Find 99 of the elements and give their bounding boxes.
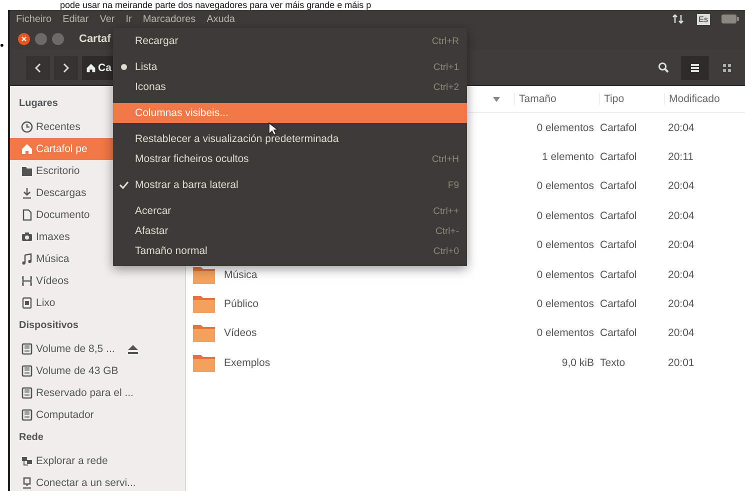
- file-name[interactable]: Vídeos: [224, 327, 257, 340]
- folder-icon: [192, 264, 216, 285]
- sidebar-heading: Rede: [19, 431, 44, 445]
- drive-icon: [21, 409, 33, 421]
- back-button[interactable]: [26, 56, 50, 80]
- menu-bar-item[interactable]: Marcadores: [142, 14, 196, 24]
- file-name[interactable]: Música: [224, 268, 258, 281]
- file-type: Cartafol: [599, 122, 638, 134]
- file-modified: 20:04: [667, 239, 696, 252]
- sidebar-item[interactable]: Explorar a rede: [10, 450, 185, 472]
- network-icon: [21, 455, 33, 467]
- menu-bar-item[interactable]: Axuda: [206, 14, 235, 24]
- forward-icon: [62, 62, 70, 72]
- menu-bar-item[interactable]: Ficheiro: [16, 14, 52, 24]
- file-modified: 20:11: [667, 151, 694, 164]
- drive-icon: [21, 343, 33, 355]
- sidebar-item[interactable]: Volume de 43 GB: [10, 360, 185, 382]
- file-type: Texto: [599, 356, 626, 369]
- drive-icon: [21, 387, 33, 399]
- file-type: Cartafol: [599, 180, 638, 192]
- file-size: 0 elementos: [536, 122, 594, 134]
- file-modified: 20:04: [667, 268, 696, 281]
- camera-icon: [21, 231, 33, 243]
- grid-icon: [722, 62, 732, 72]
- menu-item[interactable]: Afastar Ctrl+-: [113, 221, 467, 241]
- sidebar-item[interactable]: Volume de 8,5 ...: [10, 338, 185, 360]
- menu-item[interactable]: Iconas Ctrl+2: [113, 77, 467, 97]
- drive-icon: [21, 365, 33, 377]
- file-type: Cartafol: [599, 298, 638, 310]
- file-type: Cartafol: [599, 210, 638, 222]
- menu-bar-item[interactable]: Editar: [62, 14, 89, 24]
- sidebar-item[interactable]: Computador: [10, 404, 185, 426]
- trash-icon: [21, 297, 33, 309]
- sidebar-item[interactable]: Vídeos: [10, 270, 185, 292]
- file-type: Cartafol: [599, 327, 638, 340]
- file-size: 0 elementos: [536, 180, 594, 192]
- file-size: 9,0 kiB: [560, 356, 594, 369]
- clock-icon: [21, 121, 33, 133]
- window-title: Cartaf: [79, 33, 111, 45]
- file-type: Cartafol: [599, 239, 638, 252]
- check-icon: [119, 181, 129, 189]
- battery-icon[interactable]: [721, 14, 739, 24]
- folder-icon: [192, 352, 216, 373]
- transfer-icon[interactable]: [672, 13, 686, 25]
- folder-icon: [21, 165, 33, 177]
- home-icon: [86, 62, 96, 72]
- bullet: •: [0, 39, 5, 54]
- menu-item[interactable]: Tamaño normal Ctrl+0: [113, 241, 467, 261]
- menu-bar-item[interactable]: Ir: [126, 14, 132, 24]
- file-modified: 20:04: [667, 210, 696, 222]
- server-icon: [21, 477, 33, 489]
- document-icon: [21, 209, 33, 221]
- file-name[interactable]: Público: [224, 298, 258, 310]
- eject-icon[interactable]: [128, 344, 138, 354]
- path-button[interactable]: Ca: [82, 56, 116, 80]
- column-header[interactable]: Tipo: [599, 93, 664, 105]
- file-size: 0 elementos: [536, 210, 594, 222]
- radio-dot-icon: [121, 64, 127, 70]
- file-size: 0 elementos: [536, 268, 594, 281]
- file-modified: 20:04: [667, 122, 696, 134]
- sort-indicator-icon: [493, 96, 500, 102]
- sidebar-heading: Lugares: [19, 97, 58, 111]
- file-modified: 20:04: [667, 180, 696, 192]
- file-size: 1 elemento: [541, 151, 594, 164]
- folder-icon: [192, 323, 216, 344]
- film-icon: [21, 275, 33, 287]
- file-type: Cartafol: [599, 151, 638, 164]
- file-name[interactable]: Exemplos: [224, 356, 270, 369]
- sidebar-item[interactable]: Lixo: [10, 292, 185, 314]
- menu-item[interactable]: Recargar Ctrl+R: [113, 31, 467, 51]
- music-icon: [21, 253, 33, 265]
- file-size: 0 elementos: [536, 298, 594, 310]
- keyboard-layout-indicator[interactable]: Es: [696, 14, 710, 24]
- caption-text: pode usar na meirande parte dos navegadores para ver máis grande e máis p: [59, 0, 372, 10]
- file-size: 0 elementos: [536, 327, 594, 340]
- sidebar-heading: Dispositivos: [19, 319, 78, 333]
- menu-item[interactable]: Lista Ctrl+1: [113, 57, 467, 77]
- mouse-cursor-icon: [268, 122, 278, 136]
- sidebar-item[interactable]: Conectar a un servi...: [10, 472, 185, 491]
- list-view-button[interactable]: [681, 56, 709, 80]
- forward-button[interactable]: [54, 56, 78, 80]
- download-icon: [21, 187, 33, 199]
- close-icon[interactable]: [18, 33, 30, 45]
- file-modified: 20:04: [667, 298, 696, 310]
- menu-bar-item[interactable]: Ver: [100, 14, 115, 24]
- search-icon: [658, 62, 668, 73]
- list-icon: [690, 62, 700, 72]
- folder-icon: [192, 294, 216, 314]
- file-type: Cartafol: [599, 268, 638, 281]
- file-size: 0 elementos: [536, 239, 594, 252]
- column-header[interactable]: Modificado: [664, 93, 720, 105]
- sidebar-item[interactable]: Reservado para el ...: [10, 382, 185, 404]
- home-icon: [21, 143, 33, 155]
- file-modified: 20:01: [667, 356, 696, 369]
- column-header[interactable]: Tamaño: [514, 93, 599, 105]
- menu-item[interactable]: Mostrar a barra lateral F9: [113, 175, 467, 195]
- menu-item[interactable]: Acercar Ctrl++: [113, 201, 467, 221]
- file-modified: 20:04: [667, 327, 696, 340]
- back-icon: [34, 62, 42, 72]
